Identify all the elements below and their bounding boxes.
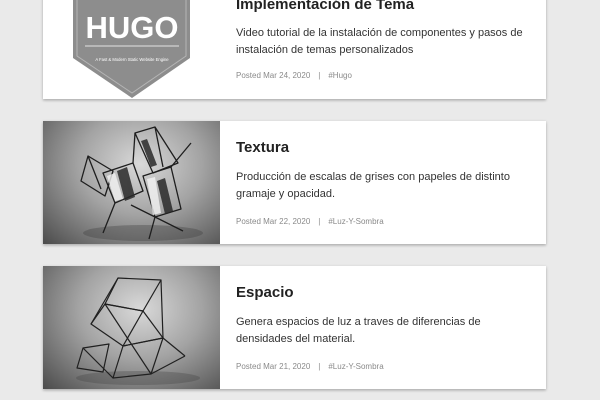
post-body: Implementación de Tema Video tutorial de… — [236, 0, 532, 99]
post-meta: Posted Mar 22, 2020 | #Luz-Y-Sombra — [236, 217, 384, 226]
hugo-logo: HUGO A Fast & Modern Static Website Engi… — [73, 0, 190, 98]
post-tag-link[interactable]: #Luz-Y-Sombra — [328, 362, 383, 371]
post-description: Genera espacios de luz a traves de difer… — [236, 316, 481, 345]
post-date: Posted Mar 24, 2020 — [236, 71, 311, 80]
post-body: Espacio Genera espacios de luz a traves … — [236, 266, 532, 389]
post-title[interactable]: Textura — [236, 139, 289, 156]
meta-separator: | — [318, 71, 321, 80]
post-tag-link[interactable]: #Luz-Y-Sombra — [328, 217, 383, 226]
textura-photo — [43, 121, 220, 244]
espacio-photo — [43, 266, 220, 389]
meta-separator: | — [318, 362, 321, 371]
post-description: Producción de escalas de grises con pape… — [236, 171, 510, 200]
hugo-logo-subtext: A Fast & Modern Static Website Engine — [95, 57, 169, 62]
post-meta: Posted Mar 21, 2020 | #Luz-Y-Sombra — [236, 362, 384, 371]
post-date: Posted Mar 22, 2020 — [236, 217, 311, 226]
post-title[interactable]: Implementación de Tema — [236, 0, 414, 13]
post-description: Video tutorial de la instalación de comp… — [236, 27, 523, 56]
post-card-3[interactable]: Espacio Genera espacios de luz a traves … — [43, 266, 546, 389]
post-tag-link[interactable]: #Hugo — [328, 71, 352, 80]
post-thumbnail-espacio[interactable] — [43, 266, 220, 389]
post-title[interactable]: Espacio — [236, 284, 294, 301]
post-card-1[interactable]: HUGO A Fast & Modern Static Website Engi… — [43, 0, 546, 99]
post-card-2[interactable]: Textura Producción de escalas de grises … — [43, 121, 546, 244]
post-date: Posted Mar 21, 2020 — [236, 362, 311, 371]
post-body: Textura Producción de escalas de grises … — [236, 121, 532, 244]
meta-separator: | — [318, 217, 321, 226]
hugo-logo-text: HUGO — [86, 10, 179, 45]
post-thumbnail-textura[interactable] — [43, 121, 220, 244]
post-thumbnail-hugo-logo[interactable]: HUGO A Fast & Modern Static Website Engi… — [43, 0, 220, 99]
post-meta: Posted Mar 24, 2020 | #Hugo — [236, 71, 352, 80]
